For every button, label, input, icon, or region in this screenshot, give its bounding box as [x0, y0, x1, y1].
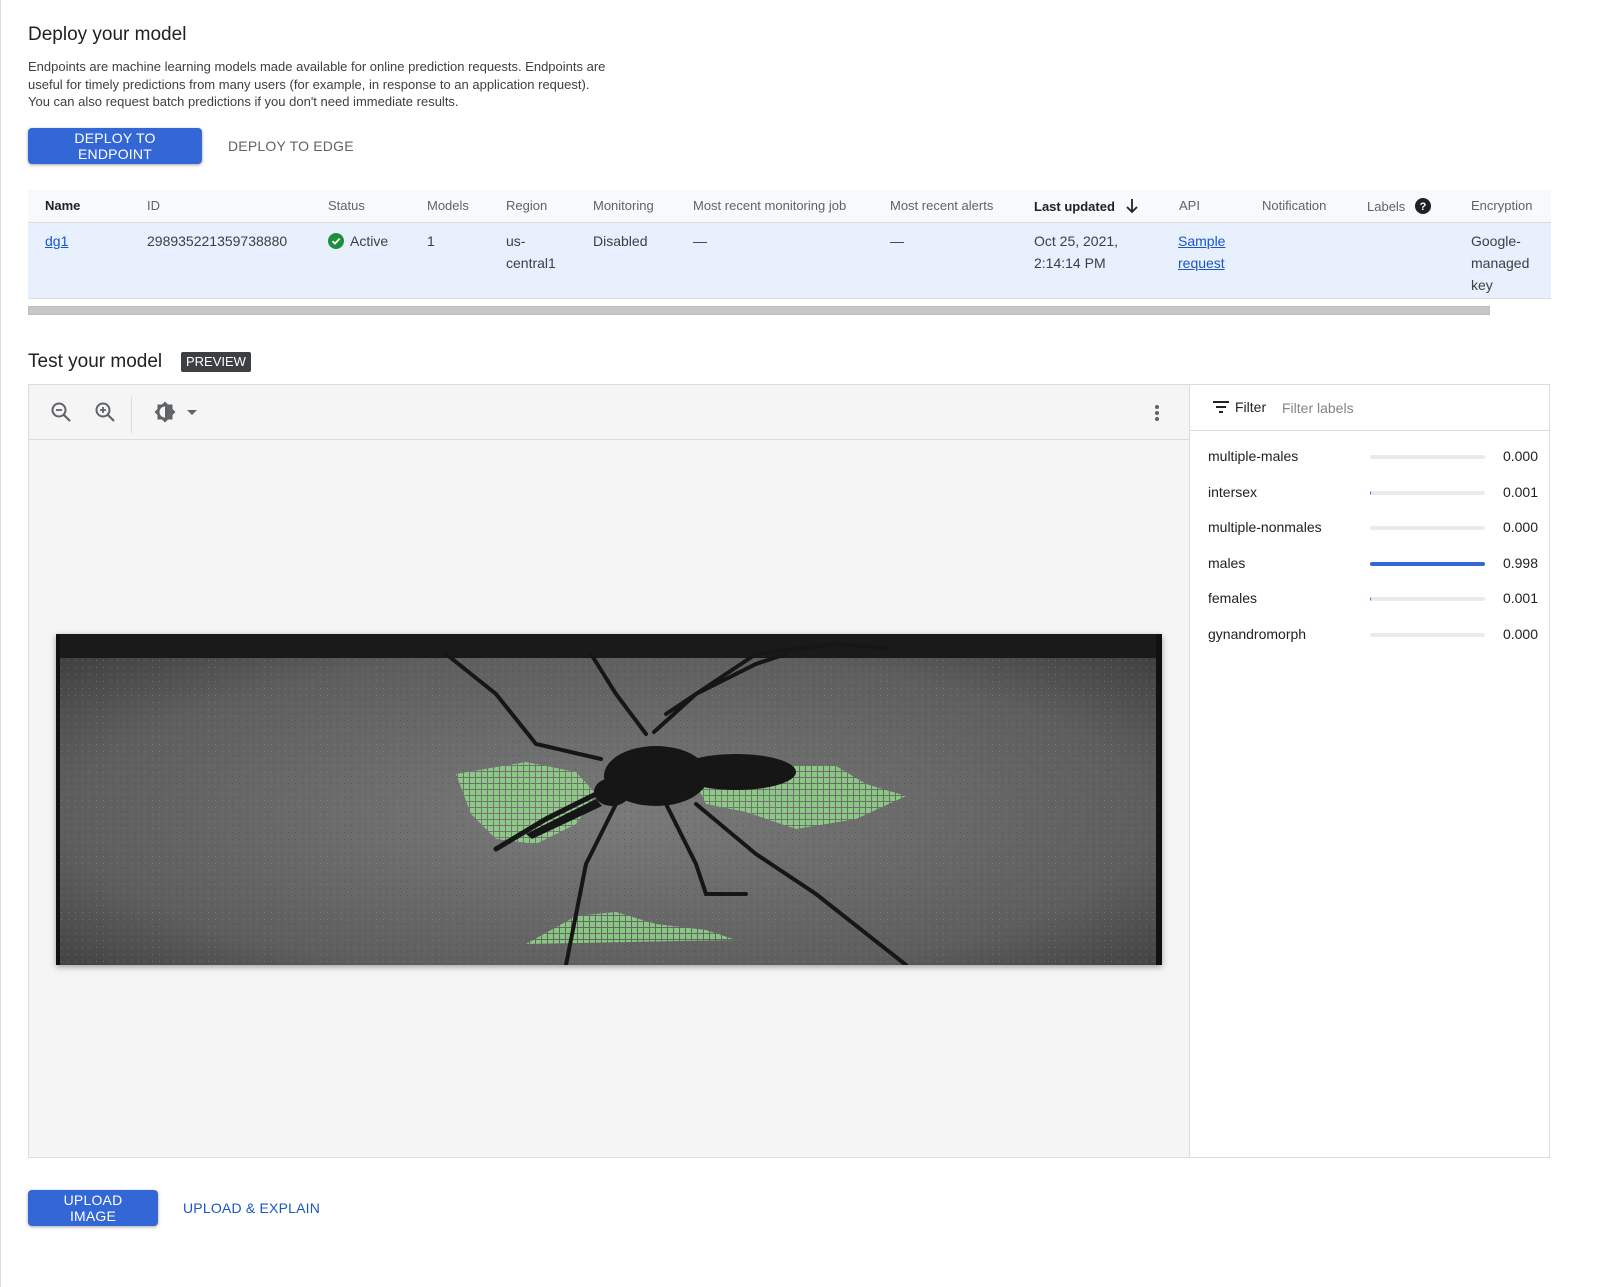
label-score-bar	[1370, 526, 1485, 530]
label-score-row: gynandromorph 0.000	[1208, 624, 1538, 646]
test-model-panel: Filter multiple-males 0.000 intersex 0.001 m…	[28, 384, 1550, 1158]
label-score-value: 0.000	[1502, 519, 1538, 535]
label-score-value: 0.001	[1502, 483, 1538, 500]
models-count-cell: 1	[427, 233, 435, 249]
column-header-status[interactable]: Status	[328, 198, 365, 213]
label-name: multiple-nonmales	[1208, 519, 1322, 535]
label-score-bar	[1370, 632, 1485, 637]
upload-and-explain-button[interactable]: UPLOAD & EXPLAIN	[173, 1190, 330, 1226]
deploy-description: Endpoints are machine learning models ma…	[28, 59, 606, 109]
upload-image-button[interactable]: UPLOAD IMAGE	[28, 1190, 158, 1226]
image-viewer	[29, 385, 1190, 1157]
column-header-models[interactable]: Models	[427, 198, 469, 213]
label-score-bar	[1370, 561, 1485, 566]
filter-bar: Filter	[1190, 385, 1549, 431]
status-cell: Active	[328, 230, 388, 252]
column-header-encryption[interactable]: Encryption	[1471, 198, 1532, 213]
sample-request-link-line2[interactable]: request	[1178, 255, 1225, 271]
deploy-to-endpoint-button[interactable]: DEPLOY TO ENDPOINT	[28, 128, 202, 164]
column-header-recent-job[interactable]: Most recent monitoring job	[693, 198, 846, 213]
table-row: dg1 298935221359738880 Active 1 us- cent…	[28, 223, 1551, 299]
label-score-value: 0.000	[1502, 448, 1538, 464]
column-header-monitoring[interactable]: Monitoring	[593, 198, 654, 213]
dropdown-arrow-icon[interactable]	[183, 400, 201, 424]
region-line-2: central1	[506, 255, 556, 271]
column-header-labels[interactable]: Labels ?	[1367, 198, 1431, 214]
label-score-value: 0.998	[1502, 554, 1538, 571]
deploy-section-title: Deploy your model	[28, 24, 187, 45]
label-score-bar	[1370, 597, 1485, 601]
label-score-bar	[1370, 455, 1485, 459]
label-score-bar	[1370, 490, 1485, 495]
label-score-row: intersex 0.001	[1208, 482, 1538, 504]
recent-alerts-cell: —	[890, 233, 904, 249]
column-header-region[interactable]: Region	[506, 198, 547, 213]
column-header-name[interactable]: Name	[45, 198, 80, 213]
viewer-toolbar	[29, 385, 1189, 440]
labels-header-label: Labels	[1367, 199, 1406, 214]
mosquito-image	[56, 634, 1162, 967]
recent-job-cell: —	[693, 233, 707, 249]
filter-icon[interactable]	[1212, 400, 1230, 414]
endpoint-name-link[interactable]: dg1	[45, 233, 68, 249]
table-header-row: Name ID Status Models Region Monitoring …	[28, 190, 1551, 223]
encryption-line-2: managed	[1471, 255, 1530, 271]
page-left-border	[0, 0, 1, 1287]
last-updated-time: 2:14:14 PM	[1034, 255, 1106, 271]
label-score-bar-fill	[1370, 561, 1485, 566]
encryption-line-1: Google-	[1471, 233, 1521, 249]
zoom-in-icon[interactable]	[93, 400, 117, 424]
filter-labels-input[interactable]	[1280, 396, 1534, 420]
label-name: gynandromorph	[1208, 625, 1307, 642]
encryption-line-3: key	[1471, 277, 1493, 293]
monitoring-cell: Disabled	[593, 233, 648, 249]
sort-arrow-down-icon	[1125, 199, 1138, 214]
labels-pane: Filter multiple-males 0.000 intersex 0.001 m…	[1190, 385, 1549, 1157]
status-text: Active	[350, 233, 389, 249]
label-score-value: 0.001	[1502, 590, 1538, 606]
last-updated-date: Oct 25, 2021,	[1034, 233, 1119, 249]
brightness-icon[interactable]	[153, 400, 177, 424]
region-cell: us- central1	[506, 230, 556, 274]
region-line-1: us-	[506, 233, 526, 249]
active-check-icon	[328, 233, 344, 249]
zoom-out-icon[interactable]	[49, 400, 73, 424]
svg-text:?: ?	[1420, 201, 1427, 213]
column-header-api[interactable]: API	[1179, 198, 1200, 213]
toolbar-divider	[131, 397, 132, 433]
api-cell: Sample request	[1178, 230, 1225, 274]
endpoint-id-cell: 298935221359738880	[147, 233, 288, 249]
label-score-row: multiple-males 0.000	[1208, 446, 1538, 468]
sample-request-link-line1[interactable]: Sample	[1178, 233, 1225, 249]
help-icon[interactable]: ?	[1414, 198, 1431, 214]
label-score-value: 0.000	[1502, 625, 1538, 642]
label-name: intersex	[1208, 483, 1258, 500]
prediction-image	[56, 634, 1162, 967]
table-horizontal-scrollbar[interactable]	[28, 306, 1490, 315]
label-score-row: multiple-nonmales 0.000	[1208, 517, 1538, 539]
column-header-recent-alerts[interactable]: Most recent alerts	[890, 198, 993, 213]
last-updated-cell: Oct 25, 2021, 2:14:14 PM	[1034, 230, 1118, 274]
label-name: females	[1208, 590, 1258, 606]
endpoint-name-cell: dg1	[45, 230, 68, 252]
label-name: multiple-males	[1208, 448, 1299, 464]
preview-badge: PREVIEW	[181, 352, 251, 372]
filter-label: Filter	[1235, 399, 1267, 415]
label-score-row: males 0.998	[1208, 553, 1538, 575]
label-score-row: females 0.001	[1208, 588, 1538, 610]
deploy-to-edge-button[interactable]: DEPLOY TO EDGE	[218, 128, 364, 164]
encryption-cell: Google- managed key	[1471, 230, 1529, 296]
test-section-title: Test your model	[28, 351, 163, 372]
label-name: males	[1208, 554, 1246, 571]
column-header-id[interactable]: ID	[147, 198, 160, 213]
more-vert-icon[interactable]	[1147, 400, 1167, 424]
last-updated-header-label: Last updated	[1034, 199, 1115, 214]
column-header-notification[interactable]: Notification	[1262, 198, 1326, 213]
column-header-last-updated[interactable]: Last updated	[1034, 198, 1139, 214]
